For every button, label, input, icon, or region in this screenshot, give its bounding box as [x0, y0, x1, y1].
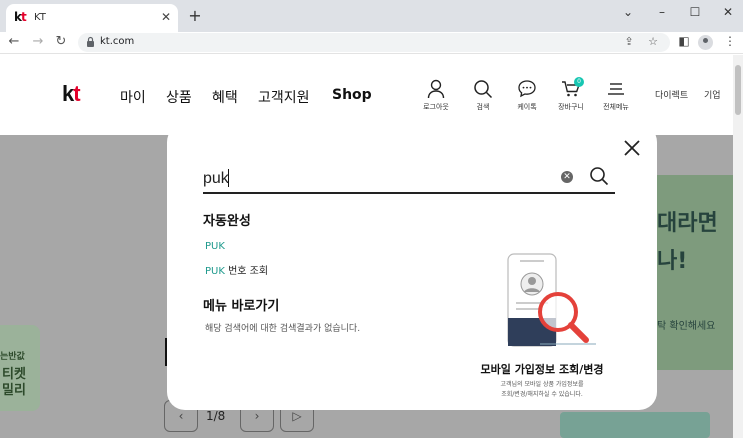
maximize-button[interactable]: ☐ — [683, 2, 707, 22]
bookmark-star-icon[interactable]: ☆ — [646, 35, 660, 48]
menu-shortcut-title: 메뉴 바로가기 — [203, 299, 280, 314]
lock-icon — [87, 36, 94, 47]
tab-search-icon[interactable]: ⌄ — [616, 2, 640, 22]
pager-count: 1/8 — [206, 409, 226, 423]
ktalk-label: 케이톡 — [517, 103, 537, 111]
kt-logo[interactable]: kt — [62, 81, 81, 107]
window-close-button[interactable]: ✕ — [716, 2, 740, 22]
text-caret — [228, 169, 229, 187]
logout-label: 로그아웃 — [423, 103, 449, 111]
ktalk-button[interactable]: 케이톡 — [507, 79, 547, 112]
close-icon[interactable] — [623, 139, 641, 157]
kt-favicon-icon: kt — [14, 10, 27, 24]
header-search-button[interactable]: 검색 — [463, 79, 503, 112]
background-text: 티켓 밀리 — [2, 367, 26, 398]
phone-search-illustration — [507, 253, 596, 347]
suggestion-item[interactable]: PUK 번호 조회 — [205, 262, 268, 277]
promo-desc-line: 조회/변경/해지하실 수 있습니다. — [501, 391, 583, 398]
site-header: kt 마이 상품 혜택 고객지원 Shop 로그아웃 검색 케이톡 0 장바구니… — [0, 55, 743, 135]
url-text: kt.com — [100, 36, 135, 47]
promo-description: 고객님의 모바일 상품 가입정보를 조회/변경/해지하실 수 있습니다. — [457, 380, 627, 400]
logout-button[interactable]: 로그아웃 — [416, 79, 456, 112]
address-bar[interactable]: kt.com ⇪ ☆ — [78, 33, 670, 52]
browser-menu-icon[interactable]: ⋮ — [722, 34, 738, 48]
promo-desc-line: 고객님의 모바일 상품 가입정보를 — [500, 381, 584, 388]
all-menu-label: 전체메뉴 — [603, 103, 629, 111]
nav-shop[interactable]: Shop — [332, 87, 372, 103]
side-panel-icon[interactable]: ◧ — [676, 34, 692, 48]
nav-products[interactable]: 상품 — [166, 87, 192, 107]
cart-label: 장바구니 — [558, 103, 584, 111]
back-button[interactable]: ← — [6, 34, 22, 49]
background-block — [560, 412, 710, 438]
share-icon[interactable]: ⇪ — [622, 35, 636, 48]
background-text: 탁 확인해세요 — [657, 321, 716, 332]
nav-support[interactable]: 고객지원 — [258, 87, 310, 107]
search-input[interactable] — [203, 168, 543, 190]
chat-icon — [518, 80, 536, 98]
cart-button[interactable]: 0 장바구니 — [551, 77, 591, 112]
search-bar: ✕ — [203, 164, 615, 194]
promo-title[interactable]: 모바일 가입정보 조회/변경 — [447, 361, 637, 377]
forward-button[interactable]: → — [30, 34, 46, 49]
page: kt 마이 상품 혜택 고객지원 Shop 로그아웃 검색 케이톡 0 장바구니… — [0, 55, 743, 438]
menu-icon — [608, 83, 624, 95]
profile-avatar[interactable] — [698, 35, 713, 50]
reload-button[interactable]: ↻ — [53, 34, 69, 49]
page-scrollbar[interactable] — [733, 55, 743, 438]
search-modal: ✕ 자동완성 PUK PUK 번호 조회 메뉴 바로가기 해당 검색어에 대한 … — [167, 124, 657, 410]
suggestion-item[interactable]: PUK — [205, 241, 225, 252]
no-result-text: 해당 검색어에 대한 검색결과가 없습니다. — [205, 324, 361, 334]
search-label: 검색 — [476, 103, 490, 111]
browser-tab-bar: kt KT ✕ + ⌄ – ☐ ✕ — [0, 0, 743, 32]
search-icon — [474, 80, 493, 99]
background-text: 나! — [657, 249, 688, 274]
minimize-button[interactable]: – — [650, 2, 674, 22]
enterprise-link[interactable]: 기업 — [704, 88, 721, 101]
direct-link[interactable]: 다이렉트 — [655, 88, 688, 101]
nav-benefits[interactable]: 혜택 — [212, 87, 238, 107]
background-text: 는반값 — [0, 352, 25, 362]
browser-toolbar: ← → ↻ kt.com ⇪ ☆ ◧ ⋮ — [0, 32, 743, 54]
tab-title: KT — [34, 12, 46, 23]
new-tab-button[interactable]: + — [185, 6, 205, 25]
suggestion-highlight: PUK — [205, 266, 225, 277]
tab-close-icon[interactable]: ✕ — [158, 10, 174, 24]
suggestion-rest: 번호 조회 — [224, 266, 269, 277]
background-text: 대라면 — [657, 211, 718, 236]
scrollbar-thumb[interactable] — [735, 65, 741, 115]
person-icon — [427, 79, 445, 99]
nav-my[interactable]: 마이 — [120, 87, 146, 107]
autocomplete-title: 자동완성 — [203, 214, 251, 229]
suggestion-highlight: PUK — [205, 241, 225, 252]
search-submit-icon[interactable] — [589, 166, 609, 186]
cart-badge: 0 — [574, 77, 584, 87]
clear-search-button[interactable]: ✕ — [561, 171, 573, 183]
all-menu-button[interactable]: 전체메뉴 — [596, 79, 636, 112]
browser-tab[interactable]: kt KT ✕ — [6, 4, 178, 32]
